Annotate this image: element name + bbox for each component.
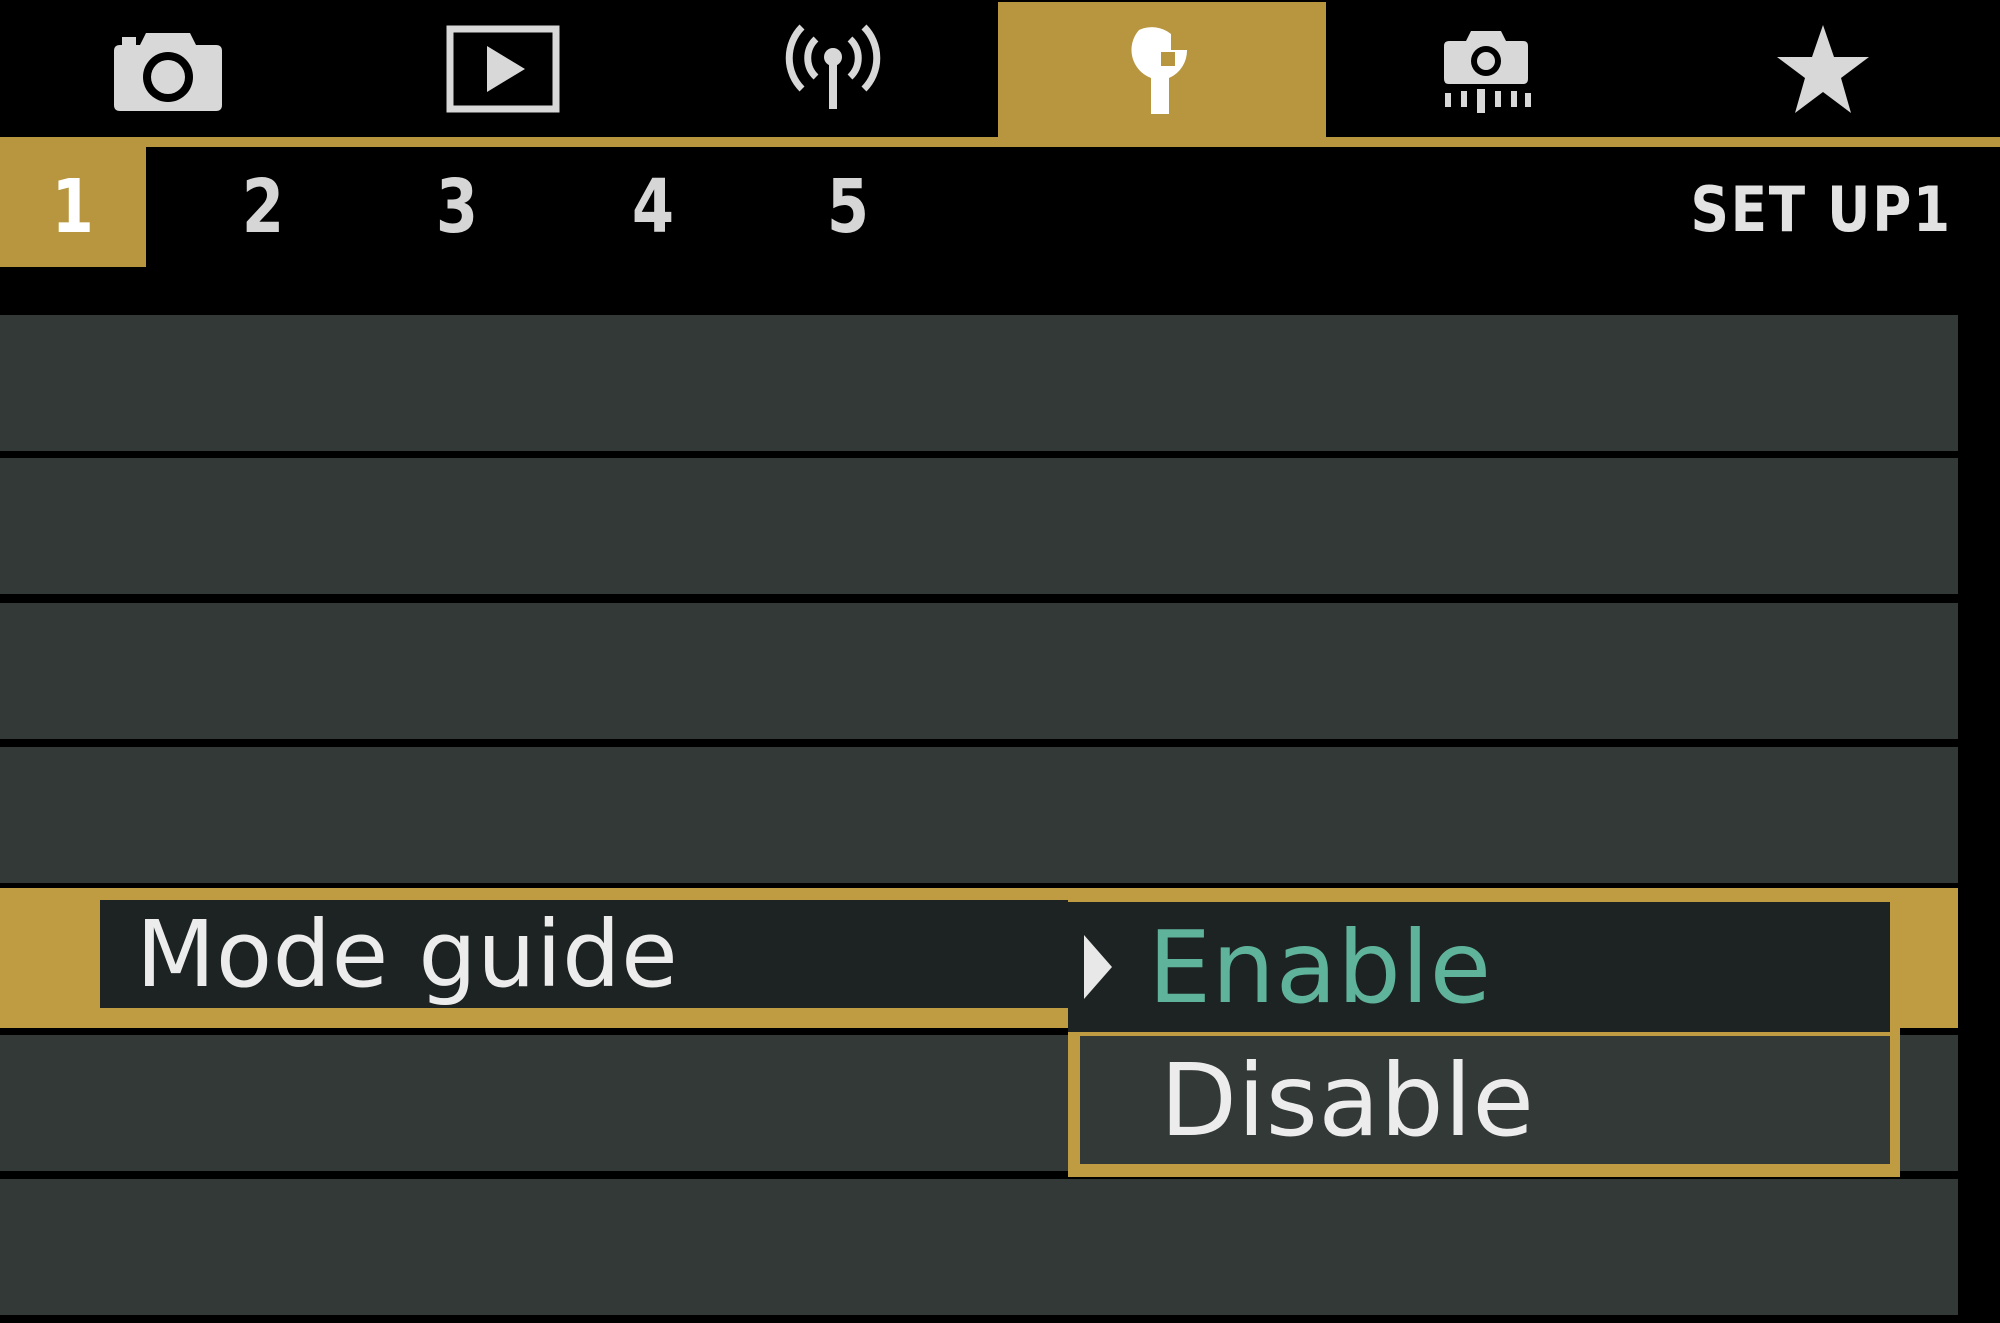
menu-row-empty	[0, 603, 1958, 739]
option-disable[interactable]: Disable	[1080, 1036, 1890, 1164]
menu-item-label: Mode guide	[136, 900, 679, 1008]
sub-tab-3[interactable]: 3	[397, 147, 517, 267]
tab-divider	[0, 137, 2000, 147]
sub-tab-5[interactable]: 5	[788, 147, 908, 267]
wrench-icon	[1131, 26, 1188, 114]
sub-tab-4[interactable]: 4	[593, 147, 713, 267]
page-label: SET UP1	[1690, 173, 1952, 246]
sub-tab-bar: 1 2 3 4 5 SET UP1	[0, 147, 2000, 315]
custom-shooting-icon	[1444, 30, 1531, 113]
camera-icon	[113, 32, 222, 111]
tab-playback[interactable]	[335, 0, 670, 137]
option-enable[interactable]: Enable	[1068, 902, 1890, 1032]
menu-row-empty	[0, 458, 1958, 594]
sub-tab-1[interactable]: 1	[0, 147, 146, 267]
selection-arrow-icon	[1084, 935, 1112, 999]
wireless-icon	[785, 24, 880, 109]
menu-row-empty	[0, 315, 1958, 451]
tab-setup[interactable]	[998, 2, 1326, 137]
tab-custom-functions[interactable]	[1326, 0, 1646, 137]
tab-shooting[interactable]	[0, 0, 335, 137]
star-icon	[1777, 24, 1869, 113]
option-disable-label: Disable	[1160, 1041, 1535, 1159]
camera-menu-screen: 1 2 3 4 5 SET UP1 Mode guide Enable Disa…	[0, 0, 2000, 1323]
playback-icon	[446, 25, 559, 112]
tab-wireless[interactable]	[670, 0, 995, 137]
sub-tab-2[interactable]: 2	[203, 147, 323, 267]
menu-row-empty	[0, 747, 1958, 883]
option-dropdown: Enable Disable	[1068, 898, 1900, 1177]
option-enable-label: Enable	[1148, 908, 1492, 1026]
menu-item-highlight: Mode guide	[100, 900, 1068, 1008]
main-tab-bar	[0, 0, 2000, 137]
tab-my-menu[interactable]	[1646, 0, 2000, 137]
menu-row-empty	[0, 1179, 1958, 1315]
